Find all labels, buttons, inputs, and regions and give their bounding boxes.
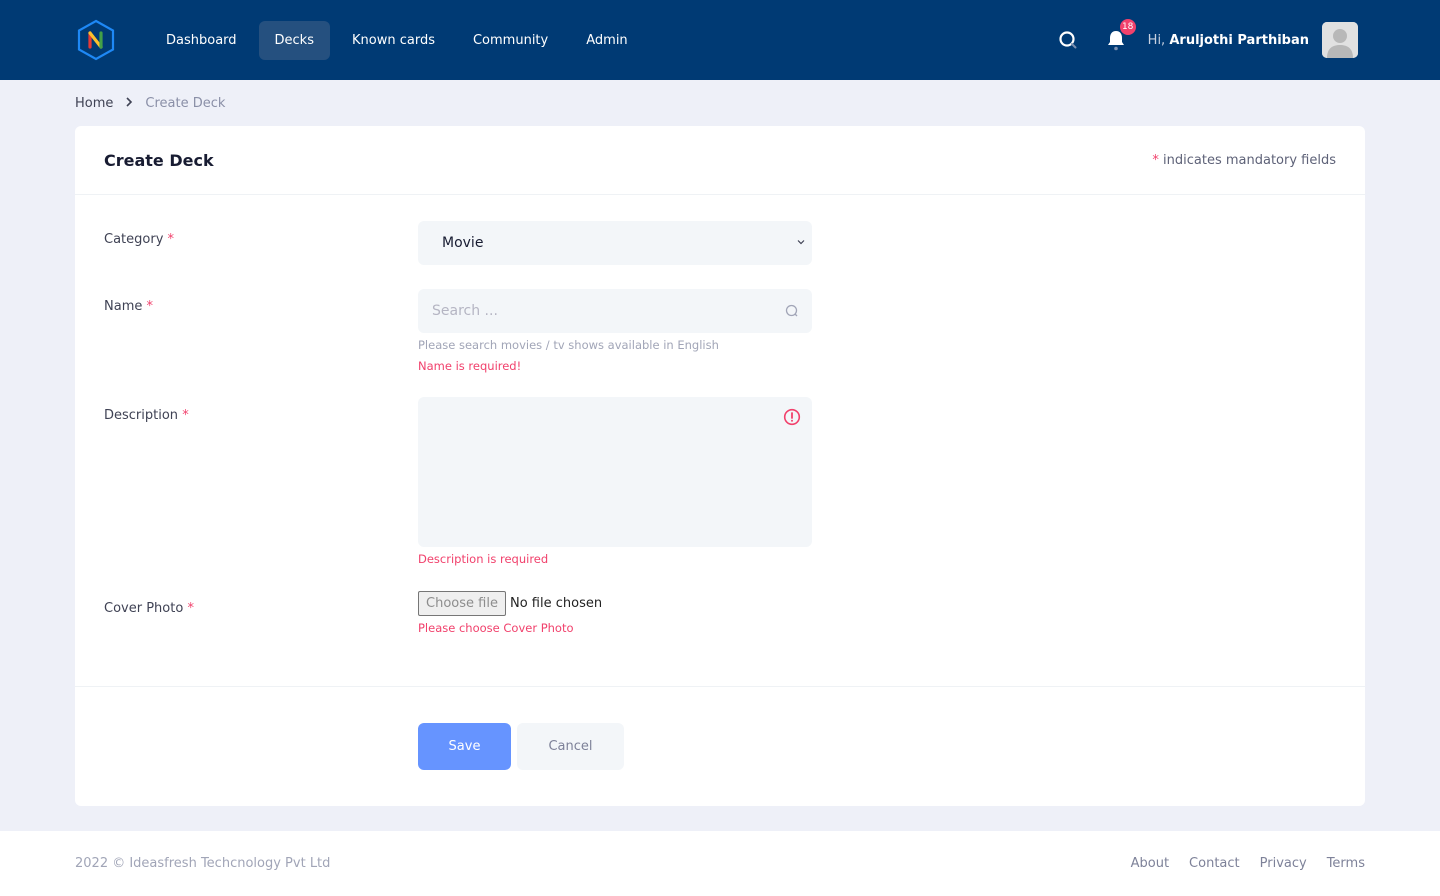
greeting-prefix: Hi,: [1147, 32, 1166, 48]
breadcrumb-current: Create Deck: [145, 95, 226, 111]
page-title: Create Deck: [104, 150, 214, 170]
copyright: 2022 © Ideasfresh Techcnology Pvt Ltd: [75, 856, 331, 871]
description-textarea[interactable]: [418, 397, 812, 547]
nav-dashboard[interactable]: Dashboard: [150, 21, 253, 60]
user-name: Aruljothi Parthiban: [1169, 32, 1309, 48]
category-value: Movie: [442, 235, 484, 251]
name-label-text: Name: [104, 299, 143, 314]
nav-decks[interactable]: Decks: [258, 20, 330, 60]
description-error: Description is required: [418, 552, 549, 566]
form-divider: [75, 686, 1365, 687]
description-label: Description *: [104, 408, 189, 423]
user-avatar-icon: [1322, 22, 1358, 58]
file-status: No file chosen: [510, 596, 603, 611]
nav-admin[interactable]: Admin: [570, 21, 643, 60]
required-star: *: [167, 232, 175, 247]
error-alert-icon: [783, 408, 801, 426]
user-greeting: Hi, Aruljothi Parthiban: [1148, 33, 1309, 48]
required-star: *: [182, 408, 189, 423]
avatar[interactable]: [1322, 22, 1358, 58]
chevron-down-icon: [797, 240, 805, 245]
create-deck-card: Create Deck * indicates mandatory fields…: [75, 126, 1365, 806]
search-button[interactable]: [1056, 28, 1080, 52]
footer-link-contact[interactable]: Contact: [1189, 856, 1240, 871]
name-placeholder: Search ...: [432, 303, 498, 319]
choose-file-button[interactable]: Choose file: [418, 591, 506, 616]
cover-photo-label: Cover Photo *: [104, 601, 194, 616]
cover-photo-label-text: Cover Photo: [104, 601, 184, 616]
required-star: *: [146, 299, 154, 314]
card-header: Create Deck * indicates mandatory fields: [75, 126, 1365, 195]
top-navbar: Dashboard Decks Known cards Community Ad…: [0, 0, 1440, 80]
mandatory-note-text: indicates mandatory fields: [1163, 152, 1336, 168]
footer-link-privacy[interactable]: Privacy: [1260, 856, 1307, 871]
required-star: *: [187, 601, 194, 616]
save-button[interactable]: Save: [418, 723, 511, 770]
required-star: *: [1152, 152, 1159, 168]
breadcrumb-home[interactable]: Home: [75, 96, 113, 111]
mandatory-note: * indicates mandatory fields: [1152, 153, 1336, 168]
notifications-button[interactable]: 18: [1104, 19, 1136, 52]
breadcrumb: Home Create Deck: [0, 80, 1440, 126]
user-area: 18 Hi, Aruljothi Parthiban: [1056, 0, 1358, 80]
cover-photo-error: Please choose Cover Photo: [418, 621, 574, 635]
category-label: Category *: [104, 232, 174, 247]
app-logo[interactable]: [75, 19, 117, 61]
footer-links: About Contact Privacy Terms: [1131, 856, 1365, 871]
chevron-right-icon: [125, 96, 133, 110]
name-label: Name *: [104, 299, 153, 314]
name-hint: Please search movies / tv shows availabl…: [418, 338, 719, 352]
footer-link-about[interactable]: About: [1131, 856, 1169, 871]
description-label-text: Description: [104, 408, 179, 423]
category-select[interactable]: Movie: [418, 221, 812, 265]
name-error: Name is required!: [418, 359, 522, 373]
cancel-button[interactable]: Cancel: [517, 723, 624, 770]
category-label-text: Category: [104, 232, 164, 247]
footer: 2022 © Ideasfresh Techcnology Pvt Ltd Ab…: [0, 831, 1440, 896]
nav-known-cards[interactable]: Known cards: [336, 21, 451, 60]
cover-photo-file-input: Choose file No file chosen: [418, 591, 602, 616]
name-search-input[interactable]: Search ...: [418, 289, 812, 333]
search-icon: [1059, 31, 1077, 49]
notification-badge: 18: [1119, 19, 1136, 35]
footer-link-terms[interactable]: Terms: [1327, 856, 1365, 871]
search-icon: [785, 304, 798, 317]
main-nav: Dashboard Decks Known cards Community Ad…: [150, 20, 644, 60]
nav-community[interactable]: Community: [457, 21, 564, 60]
